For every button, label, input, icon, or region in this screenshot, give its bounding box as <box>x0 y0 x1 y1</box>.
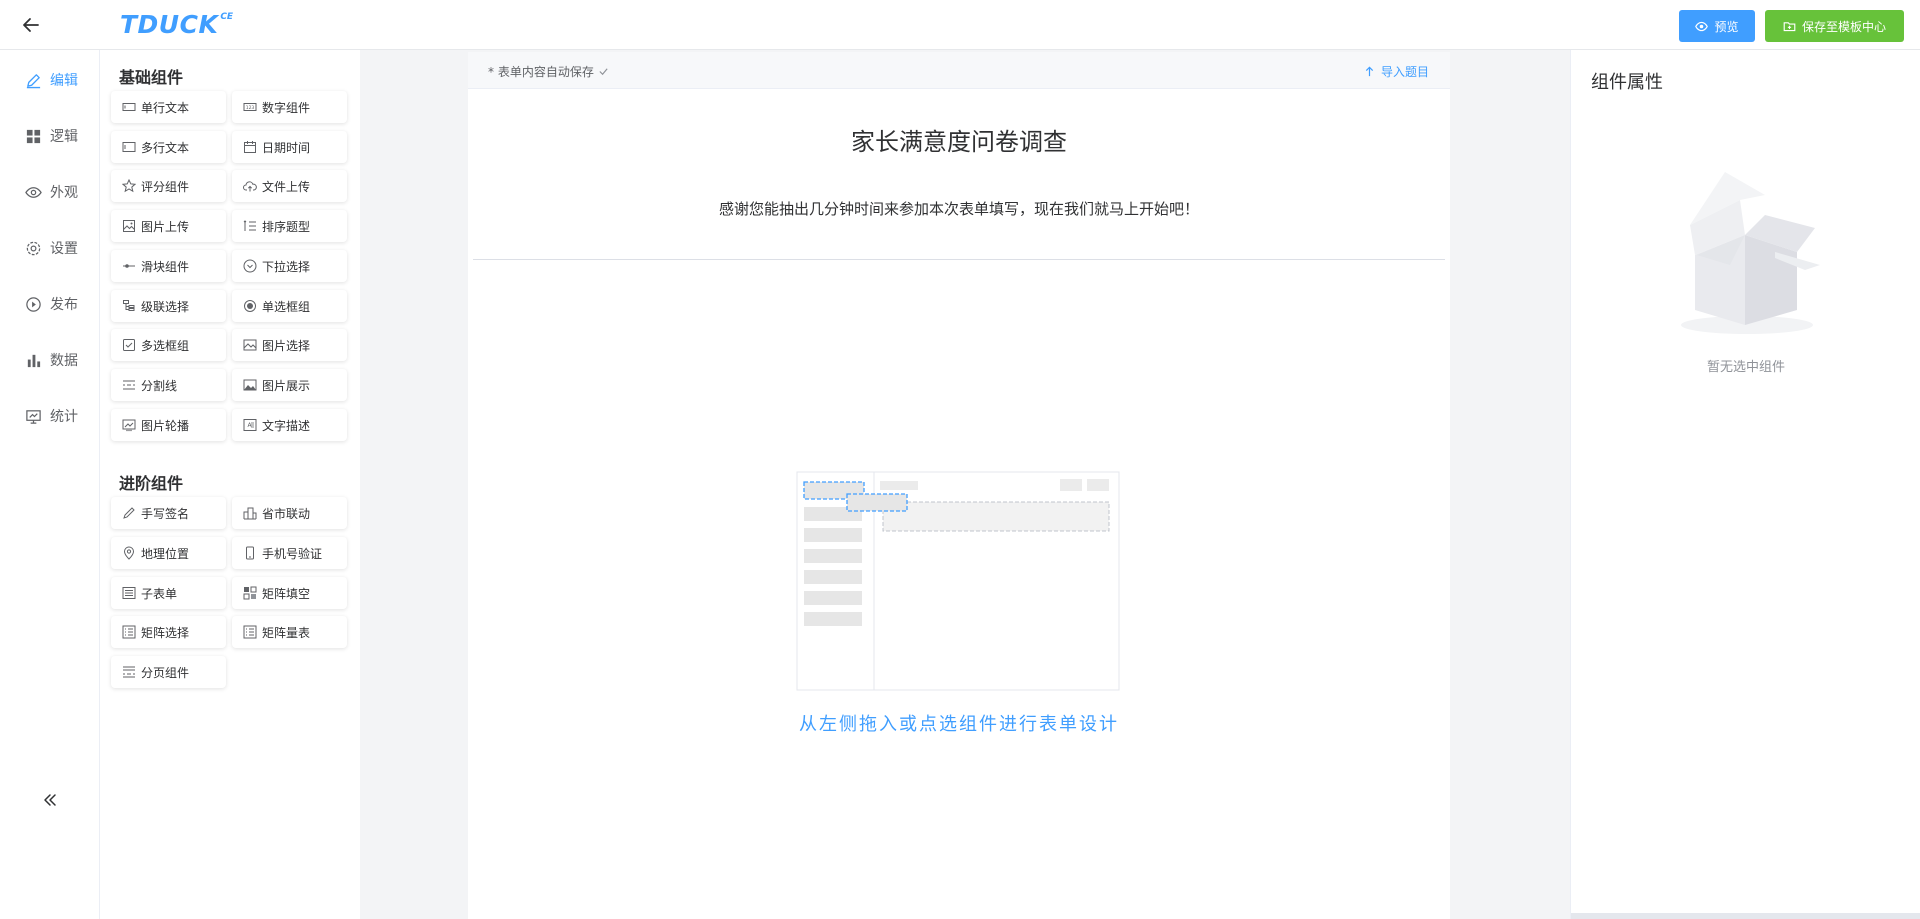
basic-components-title: 基础组件 <box>119 68 184 87</box>
eye-icon <box>25 186 42 198</box>
calendar-icon <box>244 141 256 153</box>
component-rating[interactable]: 评分组件 <box>111 170 226 202</box>
horizontal-scrollbar[interactable] <box>1571 913 1920 919</box>
matrix-fill-icon <box>243 586 257 600</box>
properties-panel: 组件属性 暂无选中组件 <box>1570 50 1920 919</box>
component-image-carousel[interactable]: 图片轮播 <box>111 409 226 441</box>
form-canvas[interactable]: * 表单内容自动保存 导入题目 家长满意度问卷调查 感谢您能抽出几分钟时间来参加… <box>468 52 1450 919</box>
slider-icon <box>123 264 135 268</box>
component-matrix-scale[interactable]: 矩阵量表 <box>232 616 347 648</box>
gear-icon <box>26 241 41 255</box>
matrix-select-icon <box>122 625 136 639</box>
statistics-icon <box>26 409 41 424</box>
left-nav: 编辑 逻辑 外观 设置 发布 数据 统计 <box>0 50 100 919</box>
nav-item-data[interactable]: 数据 <box>25 349 78 371</box>
preview-button[interactable]: 预览 <box>1679 10 1755 42</box>
play-circle-icon <box>26 296 41 312</box>
component-number[interactable]: 123 数字组件 <box>232 91 347 123</box>
carousel-icon <box>122 419 136 432</box>
component-matrix-fill[interactable]: 矩阵填空 <box>232 577 347 609</box>
form-header-divider <box>473 259 1445 260</box>
checkbox-icon <box>123 339 135 351</box>
advanced-components-title: 进阶组件 <box>119 474 184 493</box>
component-cascader[interactable]: 级联选择 <box>111 290 226 322</box>
tduck-logo[interactable]: TDUCK CE <box>120 8 233 42</box>
component-phone-verify[interactable]: 手机号验证 <box>232 537 347 569</box>
canvas-toolbar: * 表单内容自动保存 导入题目 <box>468 52 1450 89</box>
subform-icon <box>122 587 136 599</box>
collapse-double-chevron-icon[interactable] <box>38 788 62 812</box>
component-matrix-select[interactable]: 矩阵选择 <box>111 616 226 648</box>
text-desc-icon: A <box>243 419 257 431</box>
component-checkbox[interactable]: 多选框组 <box>111 329 226 361</box>
top-header: TDUCK CE 预览 保存至模板中心 <box>0 0 1920 50</box>
save-template-button[interactable]: 保存至模板中心 <box>1765 10 1904 42</box>
pagination-icon <box>123 666 135 678</box>
component-image-select[interactable]: 图片选择 <box>232 329 347 361</box>
component-pagination[interactable]: 分页组件 <box>111 656 226 688</box>
drag-drop-illustration <box>796 471 1124 691</box>
nav-item-publish[interactable]: 发布 <box>25 293 78 315</box>
textarea-icon <box>122 142 136 152</box>
nav-item-logic[interactable]: 逻辑 <box>25 125 78 147</box>
phone-icon <box>246 546 254 560</box>
bar-chart-icon <box>27 354 41 367</box>
signature-icon <box>123 507 135 519</box>
empty-canvas-hint: 从左侧拖入或点选组件进行表单设计 <box>799 714 1119 735</box>
component-province-city[interactable]: 省市联动 <box>232 497 347 529</box>
dropdown-icon <box>243 259 257 273</box>
nav-item-edit[interactable]: 编辑 <box>25 69 78 91</box>
edit-icon <box>26 73 41 88</box>
check-icon <box>599 68 608 76</box>
cloud-upload-icon <box>243 181 257 192</box>
radio-icon <box>244 300 256 312</box>
component-text-description[interactable]: A 文字描述 <box>232 409 347 441</box>
component-dropdown[interactable]: 下拉选择 <box>232 250 347 282</box>
arrow-up-icon <box>1365 66 1374 77</box>
image-select-icon <box>243 339 257 351</box>
city-icon <box>243 507 257 520</box>
component-subform[interactable]: 子表单 <box>111 577 226 609</box>
component-location[interactable]: 地理位置 <box>111 537 226 569</box>
cascader-icon <box>123 300 135 311</box>
back-arrow-icon[interactable] <box>18 12 44 38</box>
svg-text:123: 123 <box>246 105 255 111</box>
no-component-selected-text: 暂无选中组件 <box>1706 360 1785 375</box>
nav-item-statistics[interactable]: 统计 <box>25 405 78 427</box>
divider-icon <box>123 380 135 390</box>
component-file-upload[interactable]: 文件上传 <box>232 170 347 202</box>
image-upload-icon <box>123 220 135 232</box>
star-icon <box>122 179 136 193</box>
form-description[interactable]: 感谢您能抽出几分钟时间来参加本次表单填写，现在我们就马上开始吧！ <box>468 198 1450 219</box>
folder-icon <box>1783 21 1796 31</box>
sort-icon <box>243 220 256 231</box>
component-image-upload[interactable]: 图片上传 <box>111 210 226 242</box>
nav-item-appearance[interactable]: 外观 <box>25 181 78 203</box>
component-divider[interactable]: 分割线 <box>111 369 226 401</box>
properties-title: 组件属性 <box>1591 72 1663 93</box>
component-datetime[interactable]: 日期时间 <box>232 131 347 163</box>
component-slider[interactable]: 滑块组件 <box>111 250 226 282</box>
component-signature[interactable]: 手写签名 <box>111 497 226 529</box>
nav-item-settings[interactable]: 设置 <box>25 237 78 259</box>
location-icon <box>123 546 135 560</box>
matrix-scale-icon <box>243 625 257 639</box>
component-sort[interactable]: 排序题型 <box>232 210 347 242</box>
component-image-display[interactable]: 图片展示 <box>232 369 347 401</box>
form-title[interactable]: 家长满意度问卷调查 <box>468 122 1450 157</box>
empty-box-illustration <box>1665 170 1825 340</box>
number-icon: 123 <box>243 103 257 111</box>
component-single-line-text[interactable]: 单行文本 <box>111 91 226 123</box>
component-panel: 基础组件 单行文本 123 数字组件 多行文本 日期时间 评分组件 文件上传 图… <box>100 50 360 919</box>
eye-icon <box>1695 21 1709 31</box>
component-multi-line-text[interactable]: 多行文本 <box>111 131 226 163</box>
image-display-icon <box>243 379 257 391</box>
input-icon <box>122 103 136 111</box>
autosave-status: * 表单内容自动保存 <box>488 63 609 80</box>
component-radio[interactable]: 单选框组 <box>232 290 347 322</box>
import-questions-button[interactable]: 导入题目 <box>1364 63 1429 80</box>
grid-icon <box>26 129 41 143</box>
